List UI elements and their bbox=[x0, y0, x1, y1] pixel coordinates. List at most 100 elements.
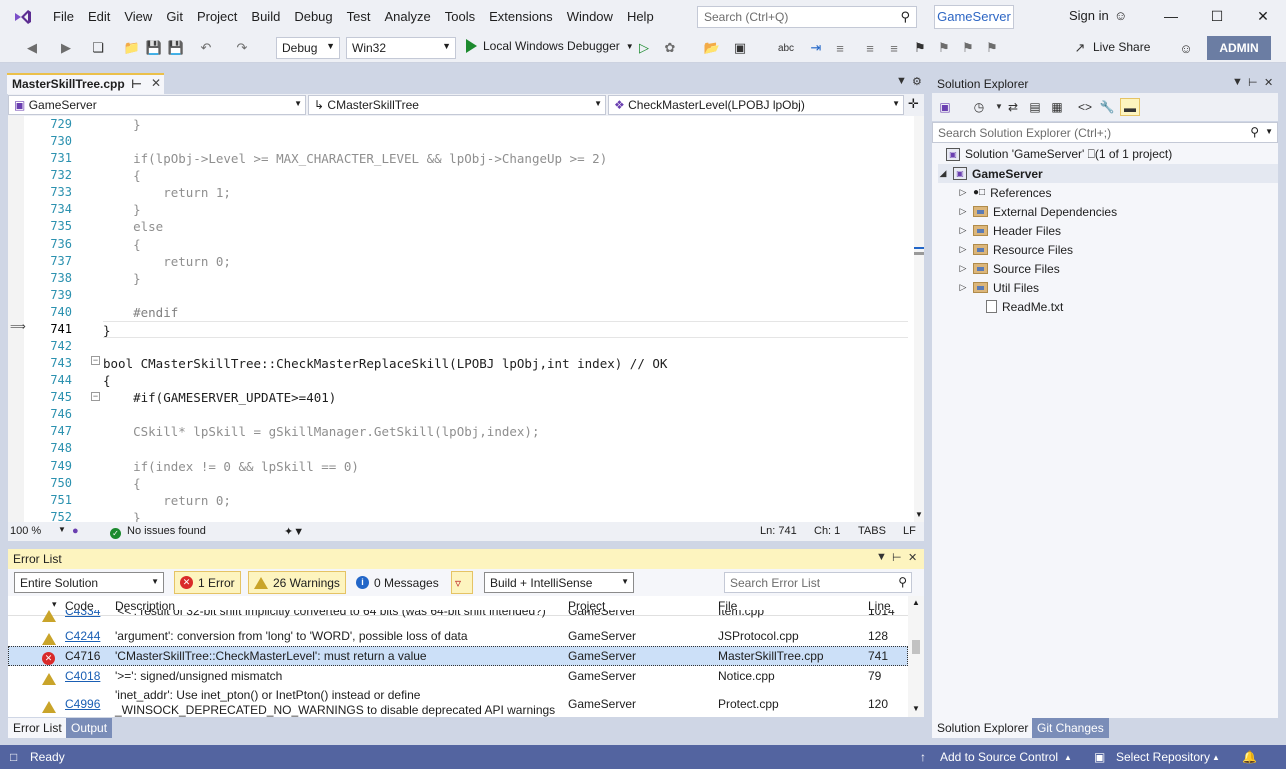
menu-view[interactable]: View bbox=[117, 0, 159, 33]
error-code[interactable]: C4716 bbox=[65, 649, 100, 663]
visual-studio-logo-icon[interactable] bbox=[0, 0, 46, 33]
feedback-icon[interactable]: ☺ bbox=[1176, 38, 1196, 58]
sign-in-link[interactable]: Sign in bbox=[1069, 8, 1109, 23]
tree-node-references[interactable]: ▷ ●□ References bbox=[958, 183, 1052, 202]
error-code[interactable]: C4244 bbox=[65, 629, 100, 643]
menu-file[interactable]: File bbox=[46, 0, 81, 33]
issues-status[interactable]: No issues found bbox=[127, 525, 206, 537]
maximize-icon[interactable]: ☐ bbox=[1194, 0, 1240, 33]
tree-node-project[interactable]: ◢ ▣ GameServer bbox=[938, 164, 1278, 183]
member-dropdown[interactable]: ❖ CheckMasterLevel(LPOBJ lpObj) ▼ bbox=[608, 95, 904, 115]
tree-node-source-files[interactable]: ▷ Source Files bbox=[958, 259, 1060, 278]
tab-output[interactable]: Output bbox=[66, 718, 113, 738]
properties-icon[interactable]: 🔧 bbox=[1098, 98, 1116, 116]
solution-name-badge[interactable]: GameServer bbox=[934, 5, 1014, 29]
history-icon[interactable]: ◷ bbox=[970, 98, 988, 116]
table-row[interactable]: C4996 'inet_addr': Use inet_pton() or In… bbox=[8, 686, 908, 717]
close-icon[interactable]: ✕ bbox=[1264, 76, 1273, 89]
menu-build[interactable]: Build bbox=[244, 0, 287, 33]
chevron-up-icon[interactable]: ▲ bbox=[1212, 753, 1220, 762]
next-bookmark-icon[interactable]: ⚑ bbox=[958, 38, 978, 58]
scroll-thumb[interactable] bbox=[912, 640, 920, 654]
error-list-search-input[interactable]: Search Error List ⚲ bbox=[724, 572, 912, 593]
add-to-source-control-button[interactable]: Add to Source Control bbox=[940, 750, 1058, 764]
class-dropdown[interactable]: ↳ CMasterSkillTree ▼ bbox=[308, 95, 606, 115]
tree-node-readme[interactable]: ReadMe.txt bbox=[986, 297, 1063, 316]
document-tab[interactable]: MasterSkillTree.cpp ⊢ ✕ bbox=[7, 73, 164, 94]
error-list-scrollbar[interactable]: ▲ ▼ bbox=[908, 596, 924, 717]
errors-filter-button[interactable]: ✕ 1 Error bbox=[174, 571, 241, 594]
chevron-down-icon[interactable]: ▼ bbox=[58, 525, 66, 534]
pending-changes-icon[interactable]: ▤ bbox=[1026, 98, 1044, 116]
account-icon[interactable]: ☺ bbox=[1114, 8, 1127, 23]
preview-selected-icon[interactable]: ▬ bbox=[1120, 98, 1140, 116]
scroll-up-icon[interactable]: ▲ bbox=[912, 598, 920, 607]
tree-node-external-dependencies[interactable]: ▷ External Dependencies bbox=[958, 202, 1118, 221]
menu-tools[interactable]: Tools bbox=[438, 0, 482, 33]
start-debugging-button[interactable]: Local Windows Debugger ▼ bbox=[466, 39, 634, 53]
scroll-down-icon[interactable]: ▼ bbox=[915, 510, 923, 519]
save-icon[interactable]: 💾 bbox=[144, 38, 164, 58]
select-repository-button[interactable]: Select Repository bbox=[1116, 750, 1210, 764]
menu-analyze[interactable]: Analyze bbox=[377, 0, 437, 33]
undo-icon[interactable]: ↶ bbox=[196, 38, 216, 58]
bookmark-icon[interactable]: ⚑ bbox=[910, 38, 930, 58]
error-code[interactable]: C4996 bbox=[65, 697, 100, 711]
code-editor[interactable]: ⟹ 729 730 731 732 733 734 735 736 737 73… bbox=[8, 116, 924, 522]
pin-icon[interactable]: ⊢ bbox=[131, 77, 142, 91]
messages-filter-button[interactable]: i 0 Messages bbox=[350, 571, 445, 594]
glyph-margin[interactable]: ⟹ bbox=[8, 116, 26, 522]
collapse-all-icon[interactable]: ▦ bbox=[1048, 98, 1066, 116]
folder-view-icon[interactable]: 📂 bbox=[702, 38, 722, 58]
window-position-icon[interactable]: ▼ bbox=[1232, 76, 1243, 88]
comment-icon[interactable]: ≡ bbox=[860, 38, 880, 58]
tab-git-changes[interactable]: Git Changes bbox=[1032, 718, 1109, 738]
prev-bookmark-icon[interactable]: ⚑ bbox=[934, 38, 954, 58]
line-ending[interactable]: LF bbox=[903, 525, 916, 537]
indent-mode[interactable]: TABS bbox=[858, 525, 886, 537]
table-row[interactable]: C4244 'argument': conversion from 'long'… bbox=[8, 626, 908, 646]
layout-icon[interactable]: ▣ bbox=[730, 38, 750, 58]
close-tab-icon[interactable]: ✕ bbox=[151, 76, 161, 90]
scroll-down-icon[interactable]: ▼ bbox=[912, 704, 920, 713]
tab-error-list[interactable]: Error List bbox=[8, 718, 67, 738]
chevron-up-icon[interactable]: ▲ bbox=[1064, 753, 1072, 762]
redo-icon[interactable]: ↷ bbox=[232, 38, 252, 58]
collapsed-icon[interactable]: ▷ bbox=[958, 282, 968, 293]
menu-edit[interactable]: Edit bbox=[81, 0, 117, 33]
collapsed-icon[interactable]: ▷ bbox=[958, 263, 968, 274]
tree-node-header-files[interactable]: ▷ Header Files bbox=[958, 221, 1062, 240]
live-share-button[interactable]: Live Share bbox=[1093, 40, 1150, 54]
menu-git[interactable]: Git bbox=[159, 0, 190, 33]
split-window-icon[interactable]: ✛ bbox=[908, 96, 919, 112]
collapsed-icon[interactable]: ▷ bbox=[958, 187, 968, 198]
global-search-input[interactable]: Search (Ctrl+Q) ⚲ bbox=[697, 6, 917, 28]
build-filter-dropdown[interactable]: Build + IntelliSense ▼ bbox=[484, 572, 634, 593]
switch-views-icon[interactable]: ▣ bbox=[936, 98, 954, 116]
chevron-down-icon[interactable]: ▼ bbox=[1265, 127, 1273, 136]
collapse-icon[interactable]: − bbox=[91, 356, 100, 365]
pin-icon[interactable]: ⊢ bbox=[1248, 76, 1258, 89]
scroll-thumb[interactable] bbox=[914, 252, 924, 255]
tree-node-util-files[interactable]: ▷ Util Files bbox=[958, 278, 1039, 297]
platform-dropdown[interactable]: Win32 ▼ bbox=[346, 37, 456, 59]
menu-test[interactable]: Test bbox=[340, 0, 378, 33]
line-indicator[interactable]: Ln: 741 bbox=[760, 525, 797, 537]
scope-dropdown[interactable]: Entire Solution ▼ bbox=[14, 572, 164, 593]
collapsed-icon[interactable]: ▷ bbox=[958, 206, 968, 217]
tree-node-solution[interactable]: ▣ Solution 'GameServer' ⎕(1 of 1 project… bbox=[946, 145, 1172, 164]
editor-vertical-scrollbar[interactable]: ▼ bbox=[914, 116, 924, 522]
gear-icon[interactable]: ⚙ bbox=[912, 75, 922, 88]
collapse-icon[interactable]: − bbox=[91, 392, 100, 401]
collapsed-icon[interactable]: ▷ bbox=[958, 225, 968, 236]
clear-bookmarks-icon[interactable]: ⚑ bbox=[982, 38, 1002, 58]
project-dropdown[interactable]: ▣ GameServer ▼ bbox=[8, 95, 306, 115]
error-code[interactable]: C4018 bbox=[65, 669, 100, 683]
menu-debug[interactable]: Debug bbox=[287, 0, 339, 33]
open-folder-icon[interactable]: 📁 bbox=[122, 38, 142, 58]
tab-solution-explorer[interactable]: Solution Explorer bbox=[932, 718, 1034, 738]
code-cleanup-icon[interactable]: ✦▼ bbox=[284, 525, 304, 538]
menu-window[interactable]: Window bbox=[560, 0, 620, 33]
expanded-icon[interactable]: ◢ bbox=[938, 168, 948, 179]
collapsed-icon[interactable]: ▷ bbox=[958, 244, 968, 255]
